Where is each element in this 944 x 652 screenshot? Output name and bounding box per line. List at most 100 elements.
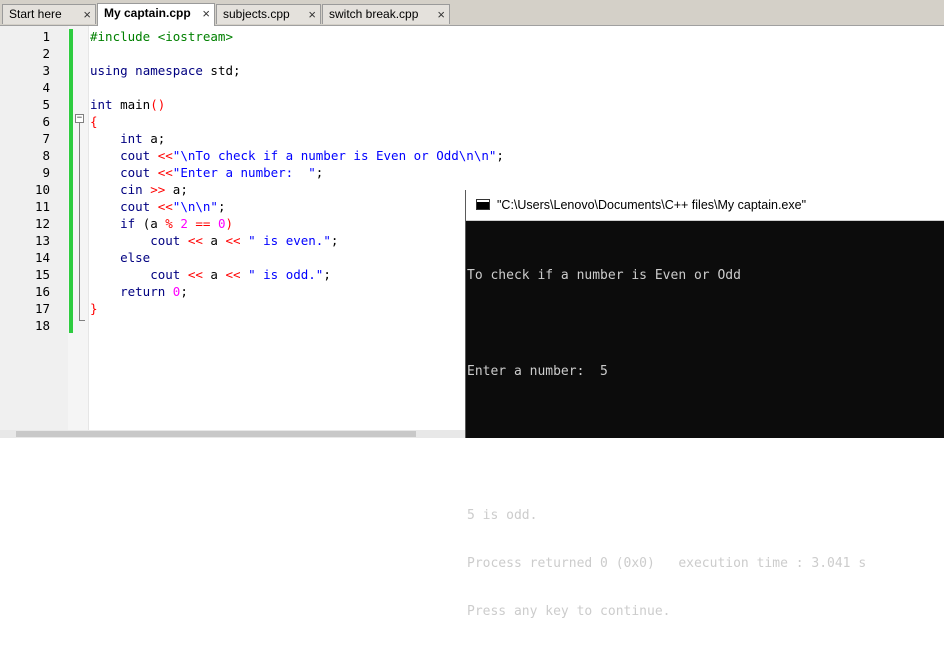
code-token: } [90, 301, 98, 316]
tab-label: subjects.cpp [223, 7, 290, 21]
line-number: 7 [42, 131, 50, 146]
code-token: namespace [135, 63, 203, 78]
code-token: std; [202, 63, 241, 78]
code-token: ; [496, 148, 504, 163]
code-token: << [150, 165, 173, 180]
console-line: 5 is odd. [467, 508, 538, 523]
code-token: cout [120, 199, 151, 214]
code-token: 0 [165, 284, 181, 299]
scrollbar-thumb[interactable] [16, 431, 416, 437]
tab-switch-break-cpp[interactable]: switch break.cpp × [322, 4, 450, 24]
code-token: if [120, 216, 136, 231]
code-line: 4 [0, 79, 944, 96]
code-token: == [187, 216, 211, 231]
code-token: int [90, 97, 113, 112]
tab-start-here[interactable]: Start here × [2, 4, 96, 24]
code-token: ) [225, 216, 234, 231]
code-token: " is even." [240, 233, 331, 248]
code-token: else [120, 250, 151, 265]
close-icon[interactable]: × [308, 5, 316, 24]
code-line: 9 cout <<"Enter a number: "; [0, 164, 944, 181]
code-line: 1 #include <iostream> [0, 28, 944, 45]
code-token: { [90, 114, 98, 129]
code-token: cout [150, 233, 181, 248]
code-line: 8 cout <<"\nTo check if a number is Even… [0, 147, 944, 164]
code-token: cout [120, 148, 151, 163]
console-window[interactable]: "C:\Users\Lenovo\Documents\C++ files\My … [465, 190, 944, 619]
code-token: << [225, 233, 241, 248]
line-number: 4 [42, 80, 50, 95]
tab-label: My captain.cpp [104, 6, 191, 20]
code-token: a; [142, 131, 166, 146]
code-token: main [112, 97, 151, 112]
code-token: "\n\n" [172, 199, 218, 214]
code-token: cout [150, 267, 181, 282]
code-token: << [180, 267, 203, 282]
code-token: ; [315, 165, 324, 180]
code-token: " is odd." [240, 267, 324, 282]
line-number: 14 [34, 250, 50, 265]
code-token: cin [120, 182, 143, 197]
console-output: To check if a number is Even or Odd Ente… [467, 236, 937, 652]
line-number: 15 [34, 267, 50, 282]
code-line: 2 [0, 45, 944, 62]
code-token: using [90, 63, 128, 78]
code-token: #include <iostream> [90, 29, 233, 44]
console-title: "C:\Users\Lenovo\Documents\C++ files\My … [497, 198, 807, 212]
console-line: Press any key to continue. [467, 604, 671, 619]
close-icon[interactable]: × [83, 5, 91, 24]
line-number: 13 [34, 233, 50, 248]
code-token: ; [323, 267, 331, 282]
line-number: 10 [34, 182, 50, 197]
close-icon[interactable]: × [202, 4, 210, 23]
code-token: a [202, 233, 226, 248]
line-number: 11 [34, 199, 50, 214]
code-token: 2 [172, 216, 188, 231]
line-number: 2 [42, 46, 50, 61]
close-icon[interactable]: × [437, 5, 445, 24]
code-token: return [120, 284, 166, 299]
code-token: cout [120, 165, 151, 180]
code-token: () [150, 97, 166, 112]
line-number: 16 [34, 284, 50, 299]
tab-label: Start here [9, 7, 62, 21]
line-number: 8 [42, 148, 50, 163]
editor-tab-bar: Start here × My captain.cpp × subjects.c… [0, 0, 944, 26]
code-token: a; [165, 182, 188, 197]
code-token: (a [135, 216, 166, 231]
console-app-icon [476, 199, 490, 210]
code-line: 6 { [0, 113, 944, 130]
tab-label: switch break.cpp [329, 7, 419, 21]
line-number: 3 [42, 63, 50, 78]
line-number: 12 [34, 216, 50, 231]
code-token: % [165, 216, 173, 231]
code-token: ; [330, 233, 339, 248]
code-line: 7 int a; [0, 130, 944, 147]
code-token: 0 [210, 216, 226, 231]
code-line: 5 int main() [0, 96, 944, 113]
line-number: 1 [42, 29, 50, 44]
tab-subjects-cpp[interactable]: subjects.cpp × [216, 4, 321, 24]
code-token: >> [142, 182, 166, 197]
tab-my-captain-cpp[interactable]: My captain.cpp × [97, 3, 215, 26]
console-line: To check if a number is Even or Odd [467, 268, 741, 283]
console-line: Process returned 0 (0x0) execution time … [467, 556, 867, 571]
code-line: 3 using namespace std; [0, 62, 944, 79]
code-token: "Enter a number: " [172, 165, 316, 180]
line-number: 5 [42, 97, 50, 112]
code-token: "\nTo check if a number is Even or Odd\n… [172, 148, 497, 163]
code-token: ; [180, 284, 188, 299]
code-token: a [202, 267, 226, 282]
console-line: Enter a number: 5 [467, 364, 608, 379]
code-token: << [150, 148, 173, 163]
code-token: << [225, 267, 241, 282]
console-title-bar[interactable]: "C:\Users\Lenovo\Documents\C++ files\My … [466, 190, 944, 221]
line-number: 6 [42, 114, 50, 129]
code-token: int [120, 131, 143, 146]
code-token: ; [217, 199, 226, 214]
line-number: 18 [34, 318, 50, 333]
line-number: 17 [34, 301, 50, 316]
